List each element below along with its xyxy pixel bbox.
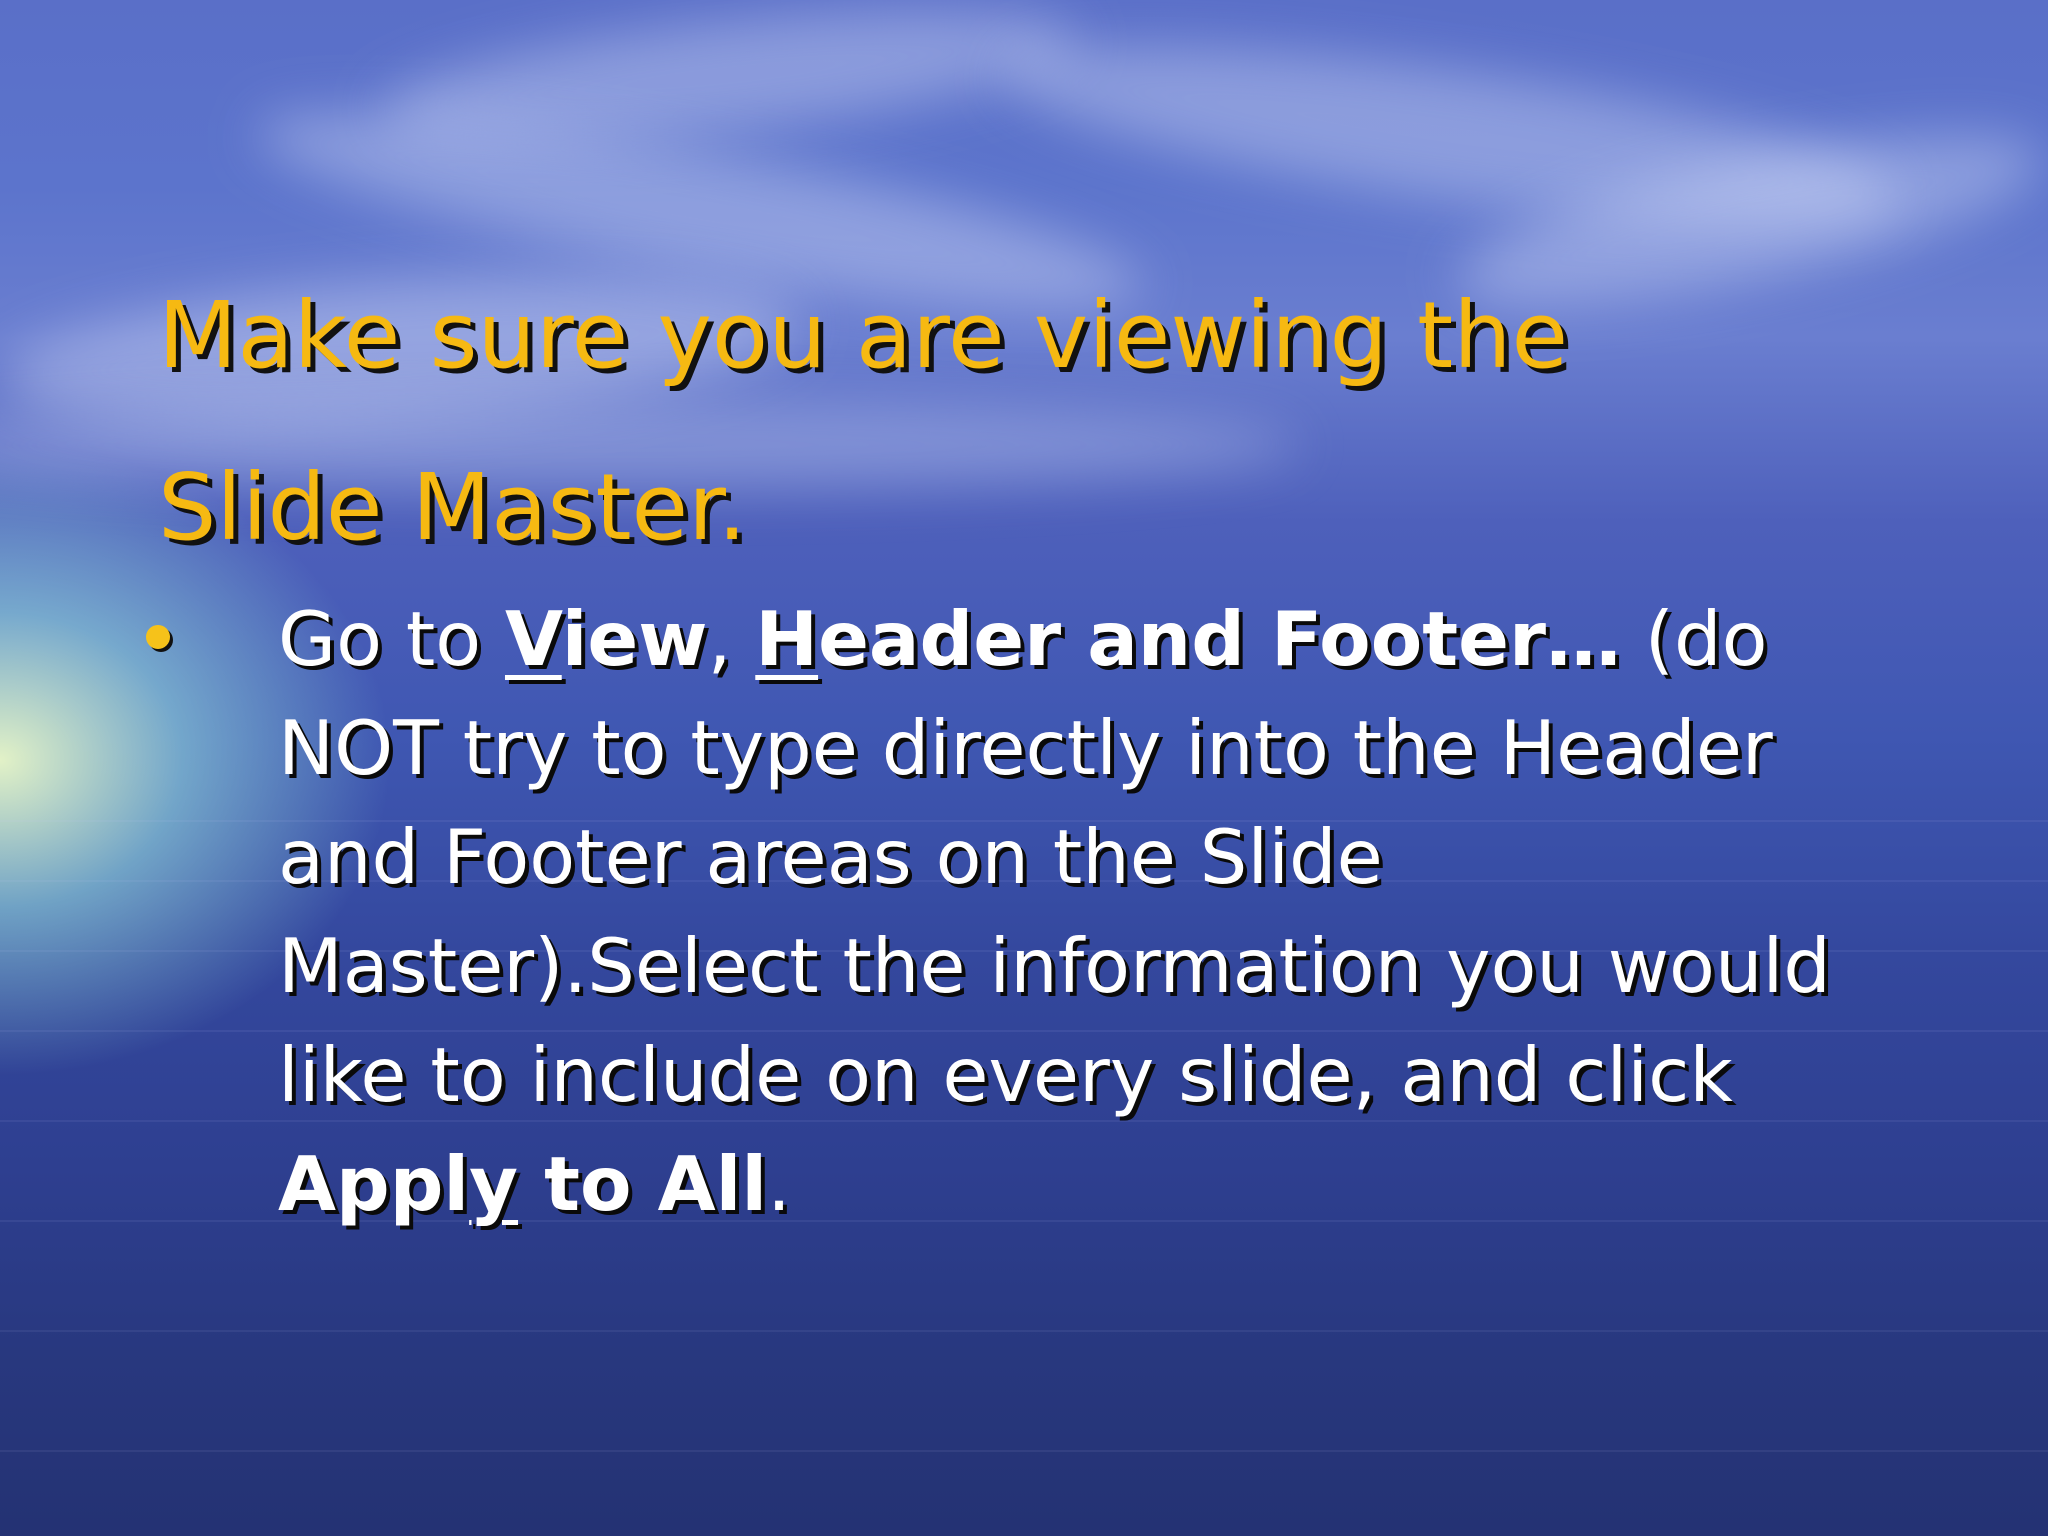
slide-title: Make sure you are viewing the Slide Mast… [158,250,1898,594]
text-run: Go to [278,595,505,683]
view-menu-reference: View [505,595,708,683]
text-run: . [767,1140,791,1228]
apply-access-key: y [469,1140,519,1228]
apply-post: to All [518,1140,768,1228]
water-ripple [0,1450,2048,1452]
bullet-line-5: like to include on every slide, and clic… [278,1031,1733,1119]
title-line: Make sure you are viewing the [158,282,1569,389]
header-footer-reference: Header and Footer… [755,595,1621,683]
text-run: , [707,595,756,683]
apply-to-all-reference: Apply to All [278,1140,767,1228]
header-footer-rest: eader and Footer… [818,595,1621,683]
water-ripple [0,1330,2048,1332]
bullet-icon [146,625,170,649]
view-access-key: V [504,595,562,683]
bullet-line-1: Go to View, Header and Footer… (do [278,585,2018,694]
view-menu-rest: iew [561,595,708,683]
header-access-key: H [755,595,819,683]
bullet-line-6: Apply to All. [278,1130,2018,1239]
text-run: (do [1620,595,1768,683]
bullet-line-4: Master).Select the information you would [278,922,1831,1010]
apply-pre: Appl [278,1140,470,1228]
title-line: Slide Master. [158,454,747,561]
bullet-text: Go to View, Header and Footer… (do NOT t… [278,585,2018,1239]
bullet-line-3: and Footer areas on the Slide [278,813,1383,901]
bullet-line-2: NOT try to type directly into the Header [278,704,1773,792]
